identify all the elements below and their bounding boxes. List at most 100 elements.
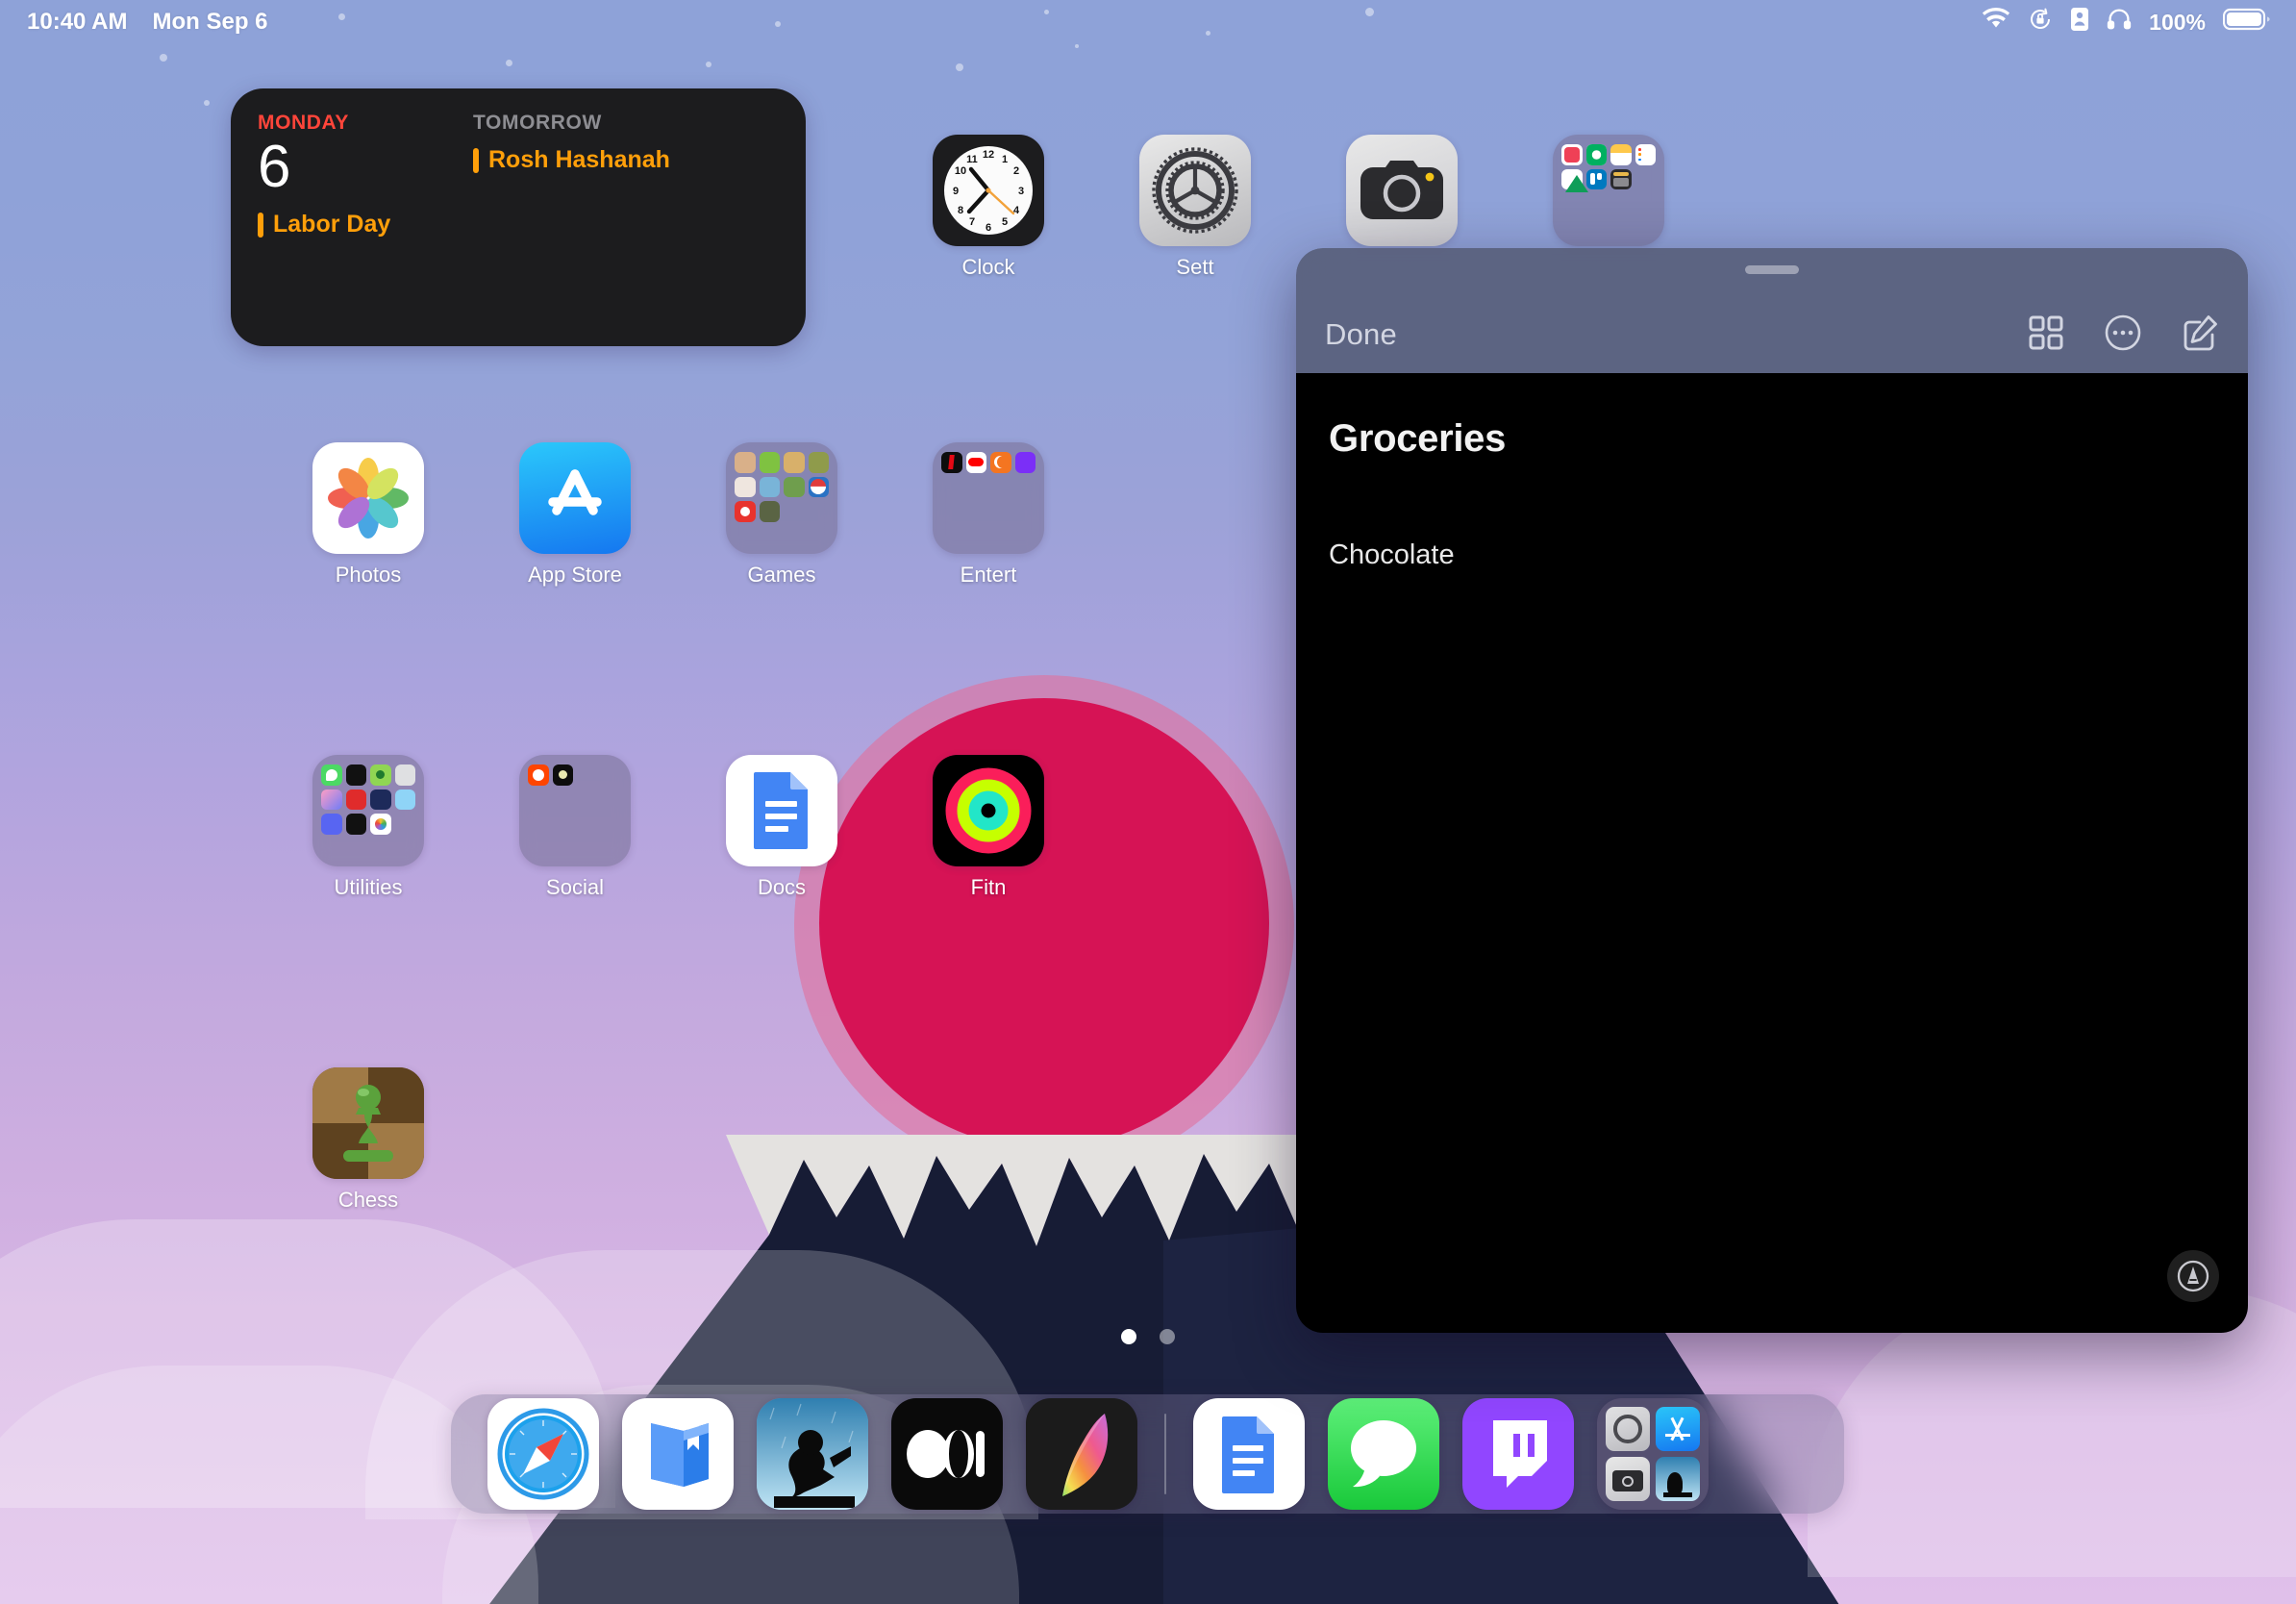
mini-siri-icon [321, 789, 342, 811]
widget-tomorrow-label: TOMORROW [473, 112, 670, 135]
folder-productivity[interactable] [1522, 135, 1695, 255]
ellipsis-circle-icon[interactable] [2104, 313, 2142, 352]
mini-reddit-icon [528, 764, 549, 786]
mini-game-icon [735, 477, 756, 498]
window-grabber-handle[interactable] [1745, 265, 1799, 274]
folder-entertainment[interactable]: Entert [902, 442, 1075, 588]
mini-game-icon [760, 452, 781, 473]
mini-game-icon [760, 477, 781, 498]
mini-app-icon [346, 789, 367, 811]
svg-text:6: 6 [986, 222, 991, 234]
photos-icon [312, 442, 424, 554]
grid-icon[interactable] [2027, 313, 2065, 352]
dock-twitch-icon[interactable] [1462, 1398, 1574, 1510]
mini-messages-icon [321, 764, 342, 786]
mini-camera-icon [1606, 1457, 1650, 1501]
app-label: App Store [528, 563, 622, 588]
compose-icon[interactable] [2181, 313, 2219, 352]
dock-play-books-icon[interactable] [622, 1398, 734, 1510]
mini-pokemon-icon [809, 477, 830, 498]
status-bar: 10:40 AM Mon Sep 6 [0, 0, 2296, 44]
mini-kindle-icon [1656, 1457, 1700, 1501]
app-label: Sett [1176, 255, 1213, 280]
mini-pocket-icon [1561, 144, 1583, 165]
clock-icon: 1212 345 678 91011 [933, 135, 1044, 246]
app-fitness[interactable]: Fitn [902, 755, 1075, 900]
mini-notes-icon [1610, 144, 1632, 165]
mini-youtube-icon [966, 452, 987, 473]
mini-app-icon [370, 764, 391, 786]
mini-2048-icon [395, 789, 416, 811]
svg-text:1: 1 [1002, 154, 1008, 165]
dock-kindle-icon[interactable] [757, 1398, 868, 1510]
event-color-bar [258, 213, 263, 238]
mini-game-icon [760, 501, 781, 522]
app-label: Games [748, 563, 816, 588]
app-docs[interactable]: Docs [695, 755, 868, 900]
dock-messages-icon[interactable] [1328, 1398, 1439, 1510]
widget-today-date: 6 [258, 137, 390, 197]
dock-procreate-icon[interactable] [1026, 1398, 1137, 1510]
app-app-store[interactable]: App Store [488, 442, 661, 588]
mini-netflix-icon [941, 452, 962, 473]
app-settings[interactable]: Sett [1109, 135, 1282, 280]
app-photos[interactable]: Photos [282, 442, 455, 588]
mini-settings-icon [1606, 1407, 1650, 1451]
folder-utilities[interactable]: Utilities [282, 755, 455, 900]
note-title: Groceries [1329, 417, 2215, 461]
svg-text:3: 3 [1018, 186, 1024, 197]
folder-icon [933, 442, 1044, 554]
folder-games[interactable]: Games [695, 442, 868, 588]
mini-evernote-icon [1586, 144, 1608, 165]
svg-text:12: 12 [983, 149, 994, 161]
wifi-icon [1982, 8, 2010, 38]
svg-text:9: 9 [953, 186, 959, 197]
mini-game-icon [784, 477, 805, 498]
mini-game-icon [735, 501, 756, 522]
camera-icon [1346, 135, 1458, 246]
markup-pen-icon[interactable] [2167, 1250, 2219, 1302]
mini-contacts-icon [395, 764, 416, 786]
dock-safari-icon[interactable] [487, 1398, 599, 1510]
app-chess[interactable]: Chess [282, 1067, 455, 1213]
folder-icon [312, 755, 424, 866]
note-content-area[interactable]: Groceries Chocolate [1296, 373, 2248, 1333]
mini-calculator-icon [1610, 169, 1632, 190]
dock-duo-icon[interactable] [891, 1398, 1003, 1510]
folder-social[interactable]: Social [488, 755, 661, 900]
svg-text:8: 8 [958, 205, 963, 216]
mini-trello-icon [1586, 169, 1608, 190]
done-button[interactable]: Done [1325, 317, 1397, 352]
mini-app-icon [553, 764, 574, 786]
mini-reminders-icon [1635, 144, 1657, 165]
settings-gear-icon [1139, 135, 1251, 246]
app-label: Photos [336, 563, 402, 588]
dock-recents-folder-icon[interactable] [1597, 1398, 1709, 1510]
google-docs-icon [726, 755, 837, 866]
note-body-line: Chocolate [1329, 539, 2215, 571]
app-clock[interactable]: 1212 345 678 91011 Clock [902, 135, 1075, 280]
dock-google-docs-icon[interactable] [1193, 1398, 1305, 1510]
rotation-lock-icon [2028, 7, 2053, 38]
widget-today-event: Labor Day [273, 211, 390, 238]
headphones-icon [2107, 8, 2132, 38]
mini-drive-icon [1561, 169, 1583, 190]
dock [451, 1394, 1844, 1514]
svg-text:11: 11 [966, 154, 978, 165]
svg-text:10: 10 [955, 165, 966, 177]
svg-text:7: 7 [969, 216, 975, 228]
calendar-widget[interactable]: TOMORROW Rosh Hashanah MONDAY 6 Labor Da… [231, 88, 806, 346]
widget-tomorrow-event: Rosh Hashanah [488, 146, 670, 174]
mini-app-icon [346, 814, 367, 835]
page-dot-2[interactable] [1160, 1329, 1175, 1344]
event-color-bar [473, 148, 479, 173]
screen-mirroring-icon [2070, 7, 2089, 38]
dock-divider [1164, 1414, 1166, 1494]
app-camera[interactable] [1315, 135, 1488, 255]
mini-app-icon [370, 789, 391, 811]
page-dot-1[interactable] [1121, 1329, 1136, 1344]
folder-icon [519, 755, 631, 866]
chess-icon [312, 1067, 424, 1179]
mini-voice-memos-icon [346, 764, 367, 786]
battery-percent-label: 100% [2149, 10, 2206, 36]
